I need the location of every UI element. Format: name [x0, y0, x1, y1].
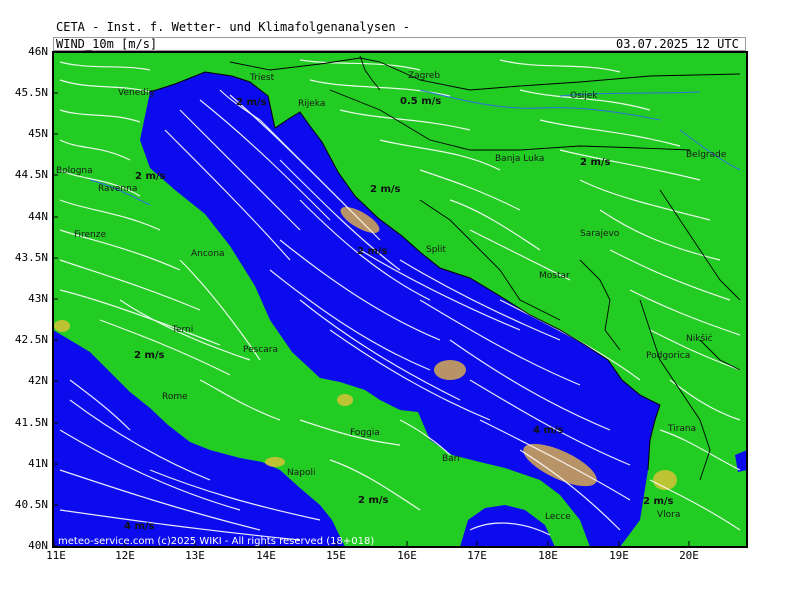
lat-label: 43N [28, 292, 48, 305]
city-label: Ancona [191, 249, 225, 259]
city-label: Vlora [657, 510, 680, 520]
city-label: Ravenna [98, 184, 137, 194]
lat-label: 41N [28, 457, 48, 470]
city-label: Firenze [74, 230, 106, 240]
city-label: Lecce [545, 512, 571, 522]
wind-speed-label: 2 m/s [357, 246, 388, 257]
lon-label: 11E [46, 549, 66, 562]
city-label: Podgorica [646, 351, 690, 361]
lat-label: 44.5N [14, 168, 48, 181]
valid-time: 03.07.2025 12 UTC [616, 37, 739, 51]
lon-label: 19E [609, 549, 629, 562]
wind-speed-label: 0.5 m/s [400, 96, 441, 107]
source-title: CETA - Inst. f. Wetter- und Klimafolgena… [56, 20, 411, 34]
lat-label: 42.5N [14, 333, 48, 346]
lat-label: 43.5N [14, 251, 48, 264]
city-label: Napoli [287, 468, 315, 478]
lon-label: 12E [115, 549, 135, 562]
city-label: Split [426, 245, 446, 255]
city-label: Tirana [667, 424, 696, 434]
city-label: Terni [171, 325, 193, 335]
wind-speed-label: 2 m/s [358, 495, 389, 506]
wind-speed-label: 2 m/s [134, 350, 165, 361]
city-label: Belgrade [686, 150, 727, 160]
lon-label: 15E [326, 549, 346, 562]
lat-label: 45.5N [14, 86, 48, 99]
city-label: Rijeka [298, 99, 325, 109]
lat-label: 45N [28, 127, 48, 140]
wind-speed-label: 2 m/s [580, 157, 611, 168]
lat-label: 40N [28, 539, 48, 552]
lon-label: 17E [467, 549, 487, 562]
city-label: Nikšić [686, 333, 713, 344]
lon-label: 20E [679, 549, 699, 562]
city-label: Venedig [118, 88, 154, 98]
wind-speed-label: 2 m/s [370, 184, 401, 195]
lat-label: 40.5N [14, 498, 48, 511]
copyright-notice: meteo-service.com (c)2025 WIKI - All rig… [58, 536, 375, 547]
wind-speed-label: 2 m/s [643, 496, 674, 507]
city-label: Bologna [56, 166, 93, 176]
wind-speed-label: 4 m/s [124, 521, 155, 532]
city-label: Mostar [539, 271, 570, 281]
lon-label: 13E [185, 549, 205, 562]
lat-label: 41.5N [14, 416, 48, 429]
lon-label: 14E [256, 549, 276, 562]
city-label: Rome [162, 392, 188, 402]
city-label: Triest [249, 73, 275, 83]
city-label: Zagreb [408, 71, 440, 81]
lon-label: 16E [397, 549, 417, 562]
lat-label: 46N [28, 45, 48, 58]
wind-map: Venedig Triest Rijeka Zagreb Osijek Bolo… [52, 51, 748, 548]
wind-speed-label: 4 m/s [533, 425, 564, 436]
lat-label: 42N [28, 374, 48, 387]
lat-label: 44N [28, 210, 48, 223]
city-label: Banja Luka [495, 154, 544, 164]
city-label: Sarajevo [580, 229, 620, 239]
city-label: Bari [442, 454, 460, 464]
wind-speed-label: 2 m/s [135, 171, 166, 182]
city-label: Osijek [570, 91, 598, 101]
city-label: Foggia [350, 428, 380, 438]
lon-label: 18E [538, 549, 558, 562]
city-label: Pescara [243, 345, 278, 355]
variable-title: WIND_10m [m/s] [56, 37, 158, 51]
wind-speed-label: 2 m/s [236, 97, 267, 108]
